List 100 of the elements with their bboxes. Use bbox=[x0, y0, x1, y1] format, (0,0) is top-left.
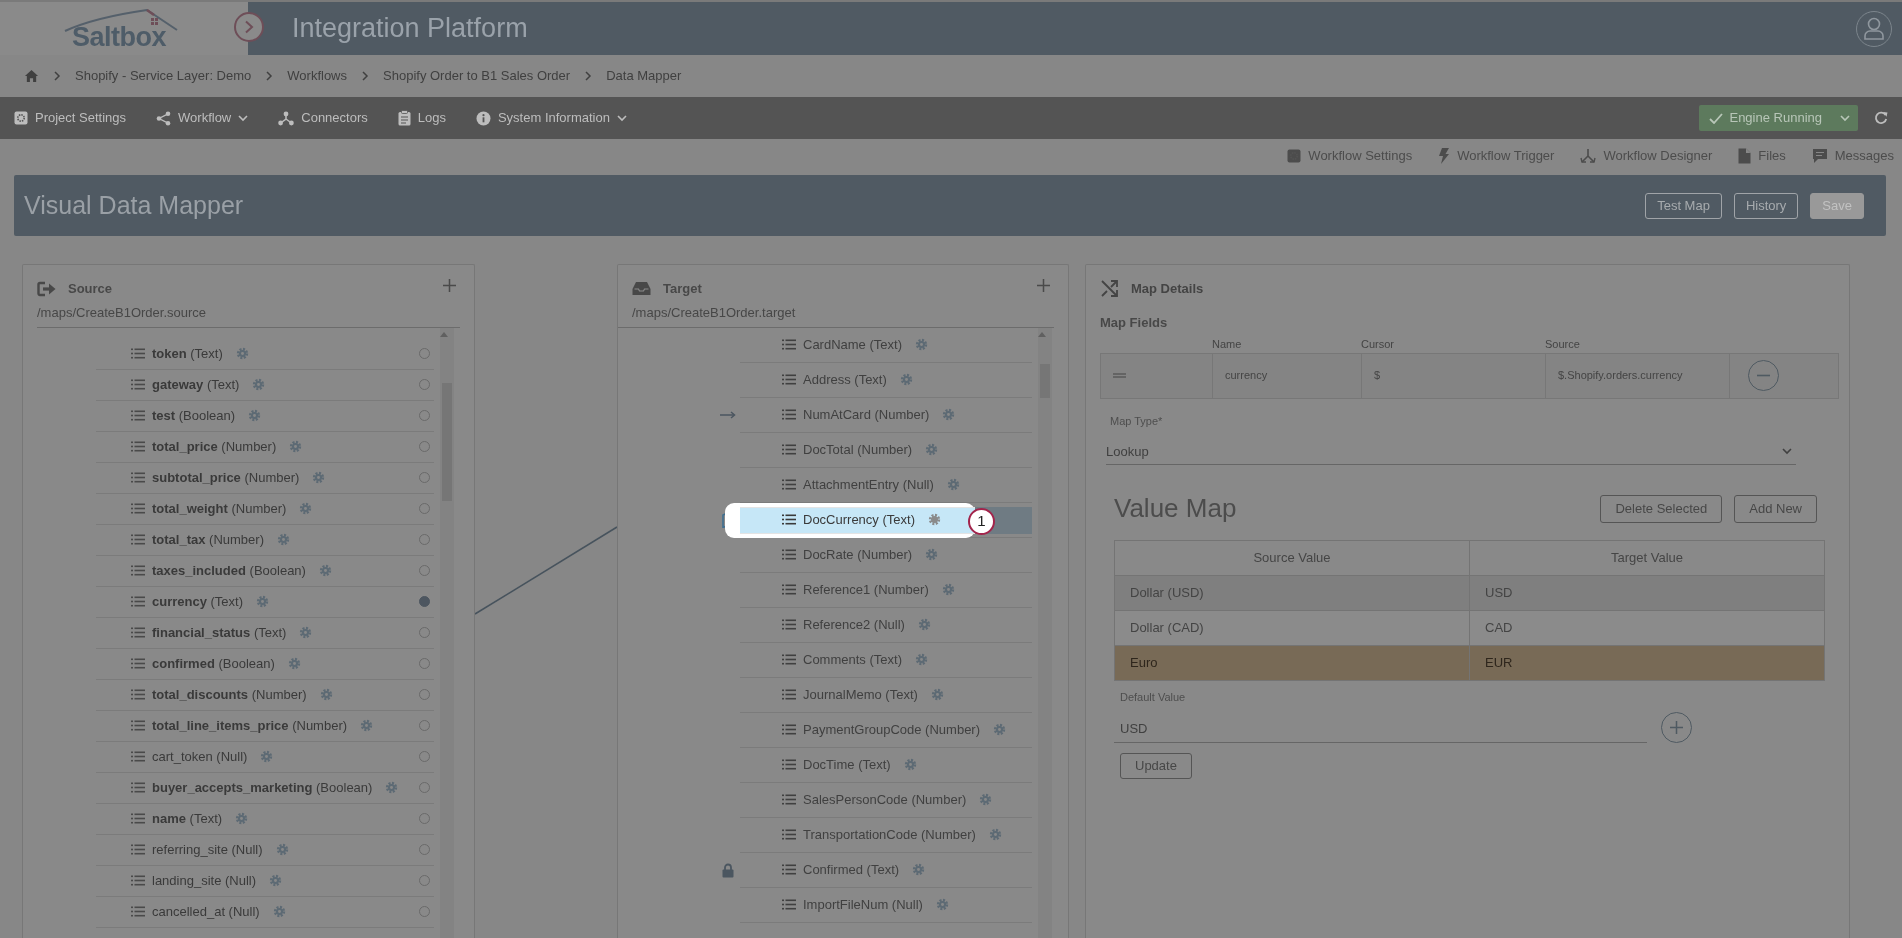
table-cell[interactable]: USD bbox=[1469, 575, 1825, 611]
target-field-row[interactable]: Confirmed (Text) bbox=[740, 852, 1032, 888]
gear-icon bbox=[312, 471, 326, 484]
toolbar-menu-item[interactable]: Project Settings bbox=[14, 108, 127, 128]
toolbar-menu-item[interactable]: Workflow bbox=[156, 108, 249, 128]
user-icon bbox=[1863, 16, 1885, 41]
field-label: subtotal_price (Number) bbox=[152, 468, 300, 487]
engine-dropdown-button[interactable] bbox=[1832, 105, 1858, 131]
source-field-row[interactable]: referring_site (Null) bbox=[96, 834, 434, 866]
toolbar-menu-item[interactable]: System Information bbox=[475, 108, 627, 128]
target-field-row[interactable]: PaymentGroupCode (Number) bbox=[740, 712, 1032, 748]
plus-icon bbox=[1670, 720, 1683, 734]
source-field-row[interactable]: name (Text) bbox=[96, 803, 434, 835]
source-field-row[interactable]: total_tax (Number) bbox=[96, 524, 434, 556]
source-field-row[interactable]: confirmed (Boolean) bbox=[96, 648, 434, 680]
chevron-icon bbox=[244, 20, 254, 34]
target-field-row[interactable]: DocTotal (Number) bbox=[740, 432, 1032, 468]
target-field-row[interactable]: JournalMemo (Text) bbox=[740, 677, 1032, 713]
source-field-row[interactable]: taxes_included (Boolean) bbox=[96, 555, 434, 587]
source-field-row[interactable]: gateway (Text) bbox=[96, 369, 434, 401]
target-field-row[interactable]: Address (Text) bbox=[740, 362, 1032, 398]
source-field-row[interactable]: landing_site (Null) bbox=[96, 865, 434, 897]
breadcrumb-link[interactable]: Shopify Order to B1 Sales Order bbox=[383, 66, 571, 86]
target-field-row[interactable]: Comments (Text) bbox=[740, 642, 1032, 678]
field-label: CardName (Text) bbox=[803, 335, 902, 354]
gear-icon bbox=[914, 338, 928, 351]
radio-button[interactable] bbox=[419, 596, 430, 607]
action-button[interactable]: Delete Selected bbox=[1600, 494, 1723, 523]
target-field-row[interactable]: AttachmentEntry (Null) bbox=[740, 467, 1032, 503]
minus-icon bbox=[1757, 374, 1770, 377]
breadcrumb-link[interactable]: Data Mapper bbox=[606, 66, 682, 86]
page-action-button[interactable]: History bbox=[1733, 192, 1799, 219]
update-button[interactable]: Update bbox=[1120, 752, 1192, 779]
list-icon bbox=[782, 724, 796, 735]
target-field-row[interactable]: CardName (Text) bbox=[740, 327, 1032, 363]
workflow-link[interactable]: Messages bbox=[1811, 146, 1894, 166]
toolbar-menu-item[interactable]: Logs bbox=[397, 108, 446, 128]
list-icon bbox=[131, 906, 145, 917]
map-type-select[interactable]: Lookup bbox=[1106, 439, 1796, 465]
list-icon bbox=[131, 441, 145, 452]
target-field-row[interactable]: DocRate (Number) bbox=[740, 537, 1032, 573]
gear-icon bbox=[930, 688, 944, 701]
table-cell[interactable]: EUR bbox=[1469, 645, 1825, 681]
table-cell: currency bbox=[1213, 353, 1362, 398]
lock-icon bbox=[722, 862, 734, 878]
gear-icon bbox=[927, 513, 941, 526]
source-field-row[interactable]: buyer_accepts_marketing (Boolean) bbox=[96, 772, 434, 804]
source-field-row[interactable]: total_weight (Number) bbox=[96, 493, 434, 525]
target-field-row[interactable]: ImportFileNum (Null) bbox=[740, 887, 1032, 923]
sidebar-toggle[interactable] bbox=[234, 12, 264, 42]
source-field-row[interactable]: token (Text) bbox=[96, 338, 434, 370]
field-label: Reference2 (Null) bbox=[803, 615, 905, 634]
source-field-row[interactable]: cancelled_at (Null) bbox=[96, 896, 434, 928]
source-field-row[interactable]: total_price (Number) bbox=[96, 431, 434, 463]
source-field-row[interactable]: total_line_items_price (Number) bbox=[96, 710, 434, 742]
home-link[interactable] bbox=[24, 69, 39, 83]
list-icon bbox=[782, 794, 796, 805]
field-label: gateway (Text) bbox=[152, 375, 240, 394]
breadcrumb-link[interactable]: Workflows bbox=[287, 66, 347, 86]
source-field-row[interactable]: financial_status (Text) bbox=[96, 617, 434, 649]
field-label: taxes_included (Boolean) bbox=[152, 561, 306, 580]
list-icon bbox=[131, 379, 145, 390]
table-cell[interactable]: Euro bbox=[1114, 645, 1470, 681]
target-field-row[interactable]: DocTime (Text) bbox=[740, 747, 1032, 783]
target-field-row[interactable]: TransportationCode (Number) bbox=[740, 817, 1032, 853]
gear-icon bbox=[318, 564, 332, 577]
source-field-row[interactable]: test (Boolean) bbox=[96, 400, 434, 432]
table-cell[interactable]: Dollar (CAD) bbox=[1114, 610, 1470, 646]
add-button[interactable] bbox=[1037, 279, 1050, 292]
gear-icon bbox=[252, 378, 266, 391]
target-field-row[interactable]: NumAtCard (Number) bbox=[740, 397, 1032, 433]
scrollbar[interactable] bbox=[440, 327, 454, 938]
scroll-up-icon bbox=[440, 331, 448, 337]
field-label: Address (Text) bbox=[803, 370, 887, 389]
action-button[interactable]: Add New bbox=[1734, 494, 1817, 523]
refresh-button[interactable] bbox=[1874, 111, 1888, 125]
target-field-row[interactable]: Reference1 (Number) bbox=[740, 572, 1032, 608]
breadcrumb-link[interactable]: Shopify - Service Layer: Demo bbox=[75, 66, 252, 86]
schema-path: /maps/CreateB1Order.target bbox=[632, 304, 796, 320]
table-cell[interactable]: Dollar (USD) bbox=[1114, 575, 1470, 611]
target-field-row[interactable]: SalesPersonCode (Number) bbox=[740, 782, 1032, 818]
page-action-button[interactable]: Test Map bbox=[1645, 192, 1722, 219]
source-field-row[interactable]: total_discounts (Number) bbox=[96, 679, 434, 711]
default-value-field[interactable]: USD bbox=[1114, 714, 1647, 743]
workflow-link[interactable]: Files bbox=[1738, 146, 1786, 166]
add-button[interactable] bbox=[443, 279, 456, 292]
source-field-row[interactable]: subtotal_price (Number) bbox=[96, 462, 434, 494]
target-field-row[interactable]: Reference2 (Null) bbox=[740, 607, 1032, 643]
workflow-link[interactable]: Workflow Trigger bbox=[1438, 146, 1555, 166]
toolbar-menu-item[interactable]: Connectors bbox=[278, 108, 368, 128]
engine-status-button[interactable]: Engine Running bbox=[1699, 105, 1832, 131]
workflow-link[interactable]: Workflow Designer bbox=[1580, 146, 1713, 166]
scrollbar[interactable] bbox=[1038, 327, 1052, 938]
table-cell[interactable]: CAD bbox=[1469, 610, 1825, 646]
source-field-row[interactable]: currency (Text) bbox=[96, 586, 434, 618]
source-field-row[interactable]: cart_token (Null) bbox=[96, 741, 434, 773]
workflow-link[interactable]: Workflow Settings bbox=[1287, 146, 1413, 166]
arrow-icon bbox=[720, 411, 736, 419]
schema-path: /maps/CreateB1Order.source bbox=[37, 304, 207, 320]
section-title: Map Fields bbox=[1100, 313, 1169, 332]
